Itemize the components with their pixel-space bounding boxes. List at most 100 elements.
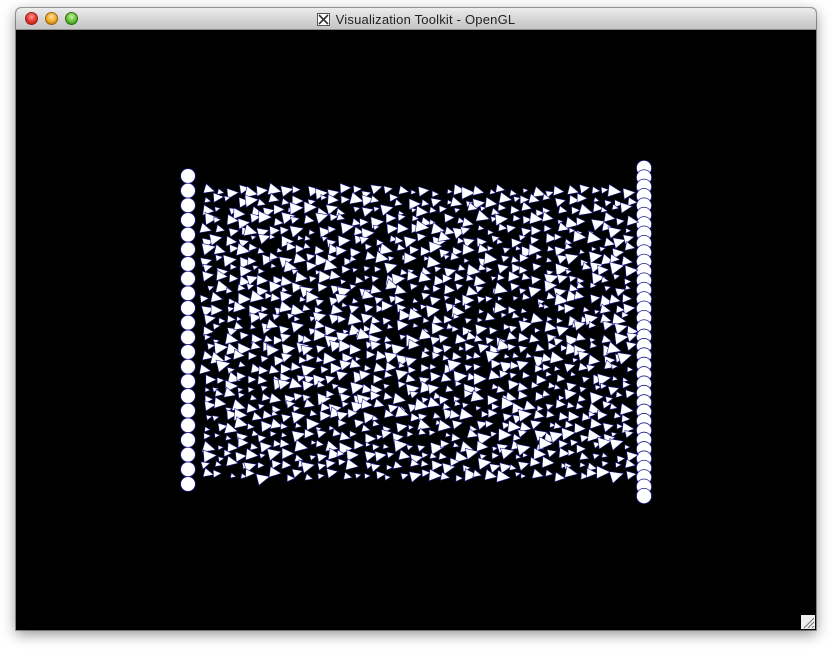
triangle-arrow-glyph: [281, 459, 293, 470]
triangle-arrow-glyph: [257, 233, 272, 245]
triangle-arrow-glyph: [398, 449, 412, 461]
triangle-arrow-glyph: [354, 473, 362, 480]
triangle-arrow-glyph: [250, 235, 258, 241]
triangle-arrow-glyph: [600, 186, 610, 195]
triangle-arrow-glyph: [522, 187, 529, 194]
triangle-arrow-glyph: [554, 245, 567, 257]
triangle-arrow-glyph: [545, 291, 557, 300]
triangle-arrow-glyph: [571, 206, 581, 215]
triangle-arrow-glyph: [364, 250, 377, 261]
triangle-arrow-glyph: [349, 430, 358, 438]
triangle-arrow-glyph: [385, 361, 398, 373]
triangle-arrow-glyph: [495, 384, 506, 394]
triangle-arrow-glyph: [520, 227, 533, 238]
triangle-arrow-glyph: [363, 274, 371, 281]
triangle-arrow-glyph: [229, 472, 237, 479]
triangle-arrow-glyph: [461, 402, 470, 409]
triangle-arrow-glyph: [510, 255, 520, 264]
triangle-arrow-glyph: [369, 283, 383, 295]
triangle-arrow-glyph: [257, 403, 266, 411]
triangle-arrow-glyph: [226, 314, 237, 324]
triangle-arrow-glyph: [608, 471, 625, 484]
triangle-arrow-glyph: [509, 282, 521, 292]
triangle-arrow-glyph: [588, 250, 604, 264]
triangle-arrow-glyph: [302, 242, 312, 250]
triangle-arrow-glyph: [280, 275, 294, 288]
triangle-arrow-glyph: [478, 308, 485, 315]
triangle-arrow-glyph: [300, 461, 316, 474]
triangle-arrow-glyph: [280, 431, 288, 438]
sphere-glyph: [180, 417, 196, 434]
triangle-arrow-glyph: [545, 403, 555, 411]
triangle-arrow-glyph: [210, 304, 224, 317]
sphere-glyph: [180, 256, 196, 272]
triangle-arrow-glyph: [409, 282, 419, 291]
triangle-arrow-glyph: [477, 224, 486, 232]
triangle-arrow-glyph: [363, 364, 373, 372]
triangle-arrow-glyph: [493, 281, 509, 295]
triangle-arrow-glyph: [454, 399, 462, 407]
triangle-arrow-glyph: [392, 392, 407, 405]
triangle-arrow-glyph: [523, 399, 537, 411]
triangle-arrow-glyph: [281, 447, 295, 460]
triangle-arrow-glyph: [273, 217, 285, 227]
triangle-arrow-glyph: [258, 452, 267, 460]
triangle-arrow-glyph: [360, 423, 371, 433]
triangle-arrow-glyph: [397, 213, 407, 222]
triangle-arrow-glyph: [425, 304, 441, 319]
render-viewport[interactable]: [16, 30, 816, 630]
triangle-arrow-glyph: [215, 254, 224, 262]
triangle-arrow-glyph: [269, 225, 281, 237]
triangle-arrow-glyph: [386, 451, 395, 459]
triangle-arrow-glyph: [420, 459, 430, 468]
triangle-arrow-glyph: [589, 341, 598, 349]
triangle-arrow-glyph: [291, 468, 304, 479]
window-title: Visualization Toolkit - OpenGL: [335, 11, 516, 27]
triangle-arrow-glyph: [260, 385, 269, 393]
triangle-arrow-glyph: [474, 285, 485, 294]
triangle-arrow-glyph: [205, 414, 213, 421]
triangle-arrow-glyph: [587, 353, 602, 366]
triangle-arrow-glyph: [454, 283, 464, 291]
triangle-arrow-glyph: [405, 373, 417, 383]
triangle-arrow-glyph: [217, 444, 225, 451]
triangle-arrow-glyph: [488, 188, 497, 195]
triangle-arrow-glyph: [216, 187, 225, 195]
triangle-arrow-glyph: [301, 379, 315, 392]
triangle-arrow-glyph: [589, 293, 602, 304]
triangle-arrow-glyph: [568, 274, 578, 283]
triangle-arrow-glyph: [572, 357, 579, 364]
triangle-arrow-glyph: [488, 326, 499, 336]
triangle-arrow-glyph: [484, 419, 495, 429]
triangle-arrow-glyph: [444, 431, 452, 438]
triangle-arrow-glyph: [491, 402, 501, 411]
title-wrap: Visualization Toolkit - OpenGL: [16, 8, 816, 30]
triangle-arrow-glyph: [432, 411, 442, 420]
triangle-arrow-glyph: [214, 432, 221, 439]
triangle-arrow-glyph: [303, 214, 316, 225]
resize-grip[interactable]: [801, 615, 815, 629]
triangle-arrow-glyph: [249, 323, 257, 330]
triangle-arrow-glyph: [386, 464, 394, 471]
triangle-arrow-glyph: [502, 412, 513, 422]
title-bar[interactable]: Visualization Toolkit - OpenGL: [16, 8, 816, 30]
triangle-arrow-glyph: [541, 389, 551, 398]
triangle-arrow-glyph: [247, 256, 258, 266]
triangle-arrow-glyph: [280, 185, 295, 198]
triangle-arrow-glyph: [324, 325, 338, 337]
triangle-arrow-glyph: [616, 455, 626, 464]
triangle-arrow-glyph: [291, 430, 307, 443]
triangle-arrow-glyph: [491, 451, 500, 460]
triangle-arrow-glyph: [431, 190, 440, 198]
triangle-arrow-glyph: [586, 230, 603, 244]
triangle-arrow-glyph: [293, 392, 304, 402]
triangle-arrow-glyph: [509, 189, 518, 197]
triangle-arrow-glyph: [545, 469, 554, 477]
triangle-arrow-glyph: [202, 449, 218, 464]
triangle-arrow-glyph: [337, 234, 352, 248]
triangle-arrow-glyph: [625, 389, 636, 399]
triangle-arrow-glyph: [327, 225, 338, 234]
triangle-arrow-glyph: [358, 369, 372, 381]
triangle-arrow-glyph: [561, 427, 577, 441]
triangle-arrow-glyph: [341, 265, 352, 275]
